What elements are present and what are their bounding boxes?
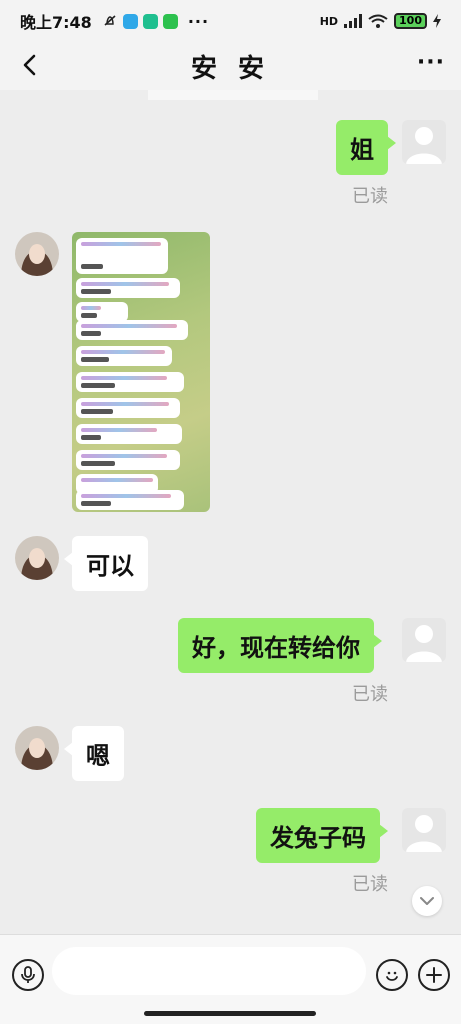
emoji-icon [386,971,398,981]
my-avatar[interactable] [402,120,446,164]
message-input[interactable] [52,947,366,995]
image-message[interactable] [72,232,210,512]
network-type: HD [319,14,339,28]
message-outgoing: 好，现在转给你 [178,618,382,673]
contact-photo [15,536,59,580]
chat-header: 安 安 ··· [0,42,461,90]
message-bubble[interactable]: 好，现在转给你 [178,618,382,673]
contact-photo [15,726,59,770]
contact-avatar[interactable] [15,232,59,276]
input-bar [0,934,461,1024]
message-outgoing: 发兔子码 [256,808,388,863]
previous-message-fragment [148,90,318,100]
read-receipt: 已读 [352,874,388,895]
message-bubble[interactable]: 嗯 [64,726,124,781]
wifi-icon [368,14,388,28]
charging-icon [433,14,441,28]
status-more-icon: ··· [187,11,210,31]
message-text: 好，现在转给你 [192,634,360,662]
signal-icon [344,14,363,28]
battery-indicator: 100 [394,13,427,29]
my-avatar[interactable] [402,618,446,662]
message-text: 可以 [86,552,134,580]
message-incoming: 嗯 [64,726,124,781]
voice-button[interactable] [12,959,44,991]
emoji-button[interactable] [376,959,408,991]
contact-photo [15,232,59,276]
status-notification-icons [102,13,178,29]
message-text: 姐 [350,136,374,164]
add-button[interactable] [418,959,450,991]
message-outgoing: 姐 [336,120,396,175]
default-avatar-icon [406,127,442,164]
app-notification-icon [122,13,138,29]
status-bar: 晚上7:48 ··· HD 100 [0,0,461,42]
status-right: HD 100 [320,13,441,29]
back-icon [23,54,36,76]
voice-icon [21,966,35,983]
message-text: 发兔子码 [270,824,366,852]
status-time: 晚上7:48 [20,13,92,32]
message-bubble[interactable]: 姐 [336,120,396,175]
contact-avatar[interactable] [15,726,59,770]
back-button[interactable] [14,50,44,80]
default-avatar-icon [406,815,442,852]
wechat-notification-icon [162,13,178,29]
message-bubble[interactable]: 发兔子码 [256,808,388,863]
more-button[interactable]: ··· [417,50,445,75]
chat-title: 安 安 [190,53,271,84]
my-avatar[interactable] [402,808,446,852]
app-notification-icon [142,13,158,29]
contact-avatar[interactable] [15,536,59,580]
read-receipt: 已读 [352,186,388,207]
add-icon [426,967,442,983]
mute-icon [104,15,116,26]
default-avatar-icon [406,625,442,662]
chat-area[interactable]: 姐 已读 可以 好，现在转给你 已读 嗯 发兔子码 已读 [0,90,461,934]
scroll-to-bottom-button[interactable] [412,886,442,916]
message-incoming: 可以 [64,536,148,591]
read-receipt: 已读 [352,684,388,705]
message-text: 嗯 [86,742,110,770]
home-indicator[interactable] [144,1011,316,1016]
chevron-down-icon [420,897,434,905]
message-bubble[interactable]: 可以 [64,536,148,591]
